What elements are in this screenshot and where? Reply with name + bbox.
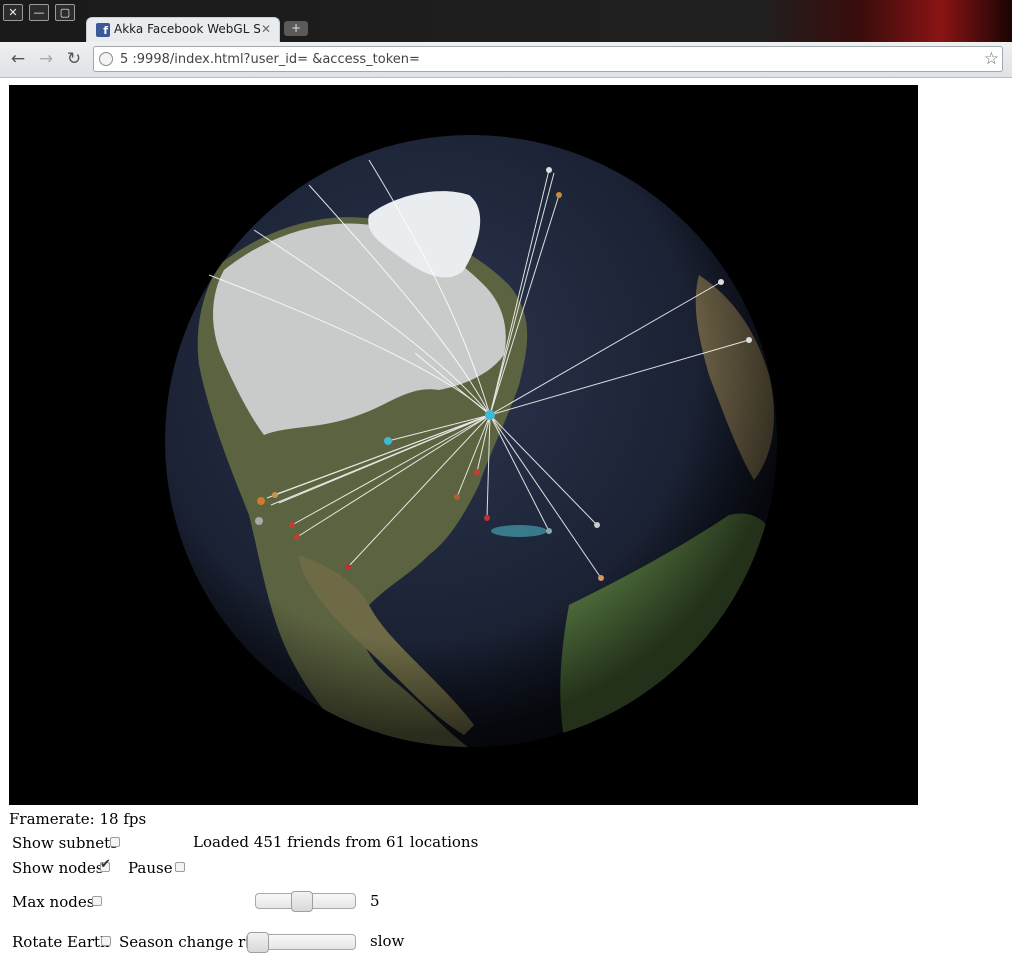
show-nodes-label: Show nodes [12, 859, 104, 877]
rotate-earth-checkbox[interactable] [101, 936, 111, 946]
max-nodes-slider-thumb[interactable] [291, 891, 313, 912]
facebook-favicon-icon: f [96, 23, 110, 37]
window-close-button[interactable]: ✕ [3, 4, 23, 21]
address-bar[interactable]: 5 :9998/index.html?user_id= &access_toke… [93, 46, 1003, 72]
webgl-canvas[interactable] [9, 85, 918, 805]
pause-checkbox[interactable] [175, 862, 185, 872]
reload-icon[interactable]: ↻ [64, 49, 84, 69]
bookmark-star-icon[interactable]: ☆ [984, 48, 999, 70]
tab-close-icon[interactable]: ✕ [261, 21, 271, 38]
season-change-value: slow [370, 932, 405, 950]
season-change-slider[interactable] [246, 932, 356, 953]
window-maximize-button[interactable]: ▢ [55, 4, 75, 21]
window-titlebar: ✕ — ▢ f Akka Facebook WebGL S... ✕ + [0, 0, 1012, 42]
url-text[interactable]: 5 :9998/index.html?user_id= &access_toke… [120, 51, 980, 68]
season-change-slider-thumb[interactable] [247, 932, 269, 953]
loaded-status-text: Loaded 451 friends from 61 locations [193, 833, 479, 851]
max-nodes-value: 5 [370, 892, 380, 910]
tab-title: Akka Facebook WebGL S... [114, 22, 262, 36]
pause-label: Pause [128, 859, 173, 877]
max-nodes-slider[interactable] [255, 891, 356, 912]
show-nodes-checkbox[interactable] [100, 857, 111, 872]
max-nodes-checkbox[interactable] [92, 896, 102, 906]
framerate-text: Framerate: 18 fps [9, 810, 147, 828]
browser-toolbar: ← → ↻ 5 :9998/index.html?user_id= &acces… [0, 42, 1012, 78]
globe-icon [99, 52, 113, 66]
forward-arrow-icon[interactable]: → [36, 49, 56, 69]
max-nodes-label: Max nodes [12, 893, 95, 911]
show-subnets-label: Show subnets [12, 834, 118, 852]
new-tab-button[interactable]: + [284, 21, 308, 36]
rotate-earth-label: Rotate Earth [12, 933, 110, 951]
back-arrow-icon[interactable]: ← [8, 49, 28, 69]
show-subnets-checkbox[interactable] [110, 837, 120, 847]
hub-node [485, 410, 495, 420]
window-minimize-button[interactable]: — [29, 4, 49, 21]
browser-tab[interactable]: f Akka Facebook WebGL S... ✕ [86, 17, 280, 42]
globe-visualization [165, 135, 777, 747]
